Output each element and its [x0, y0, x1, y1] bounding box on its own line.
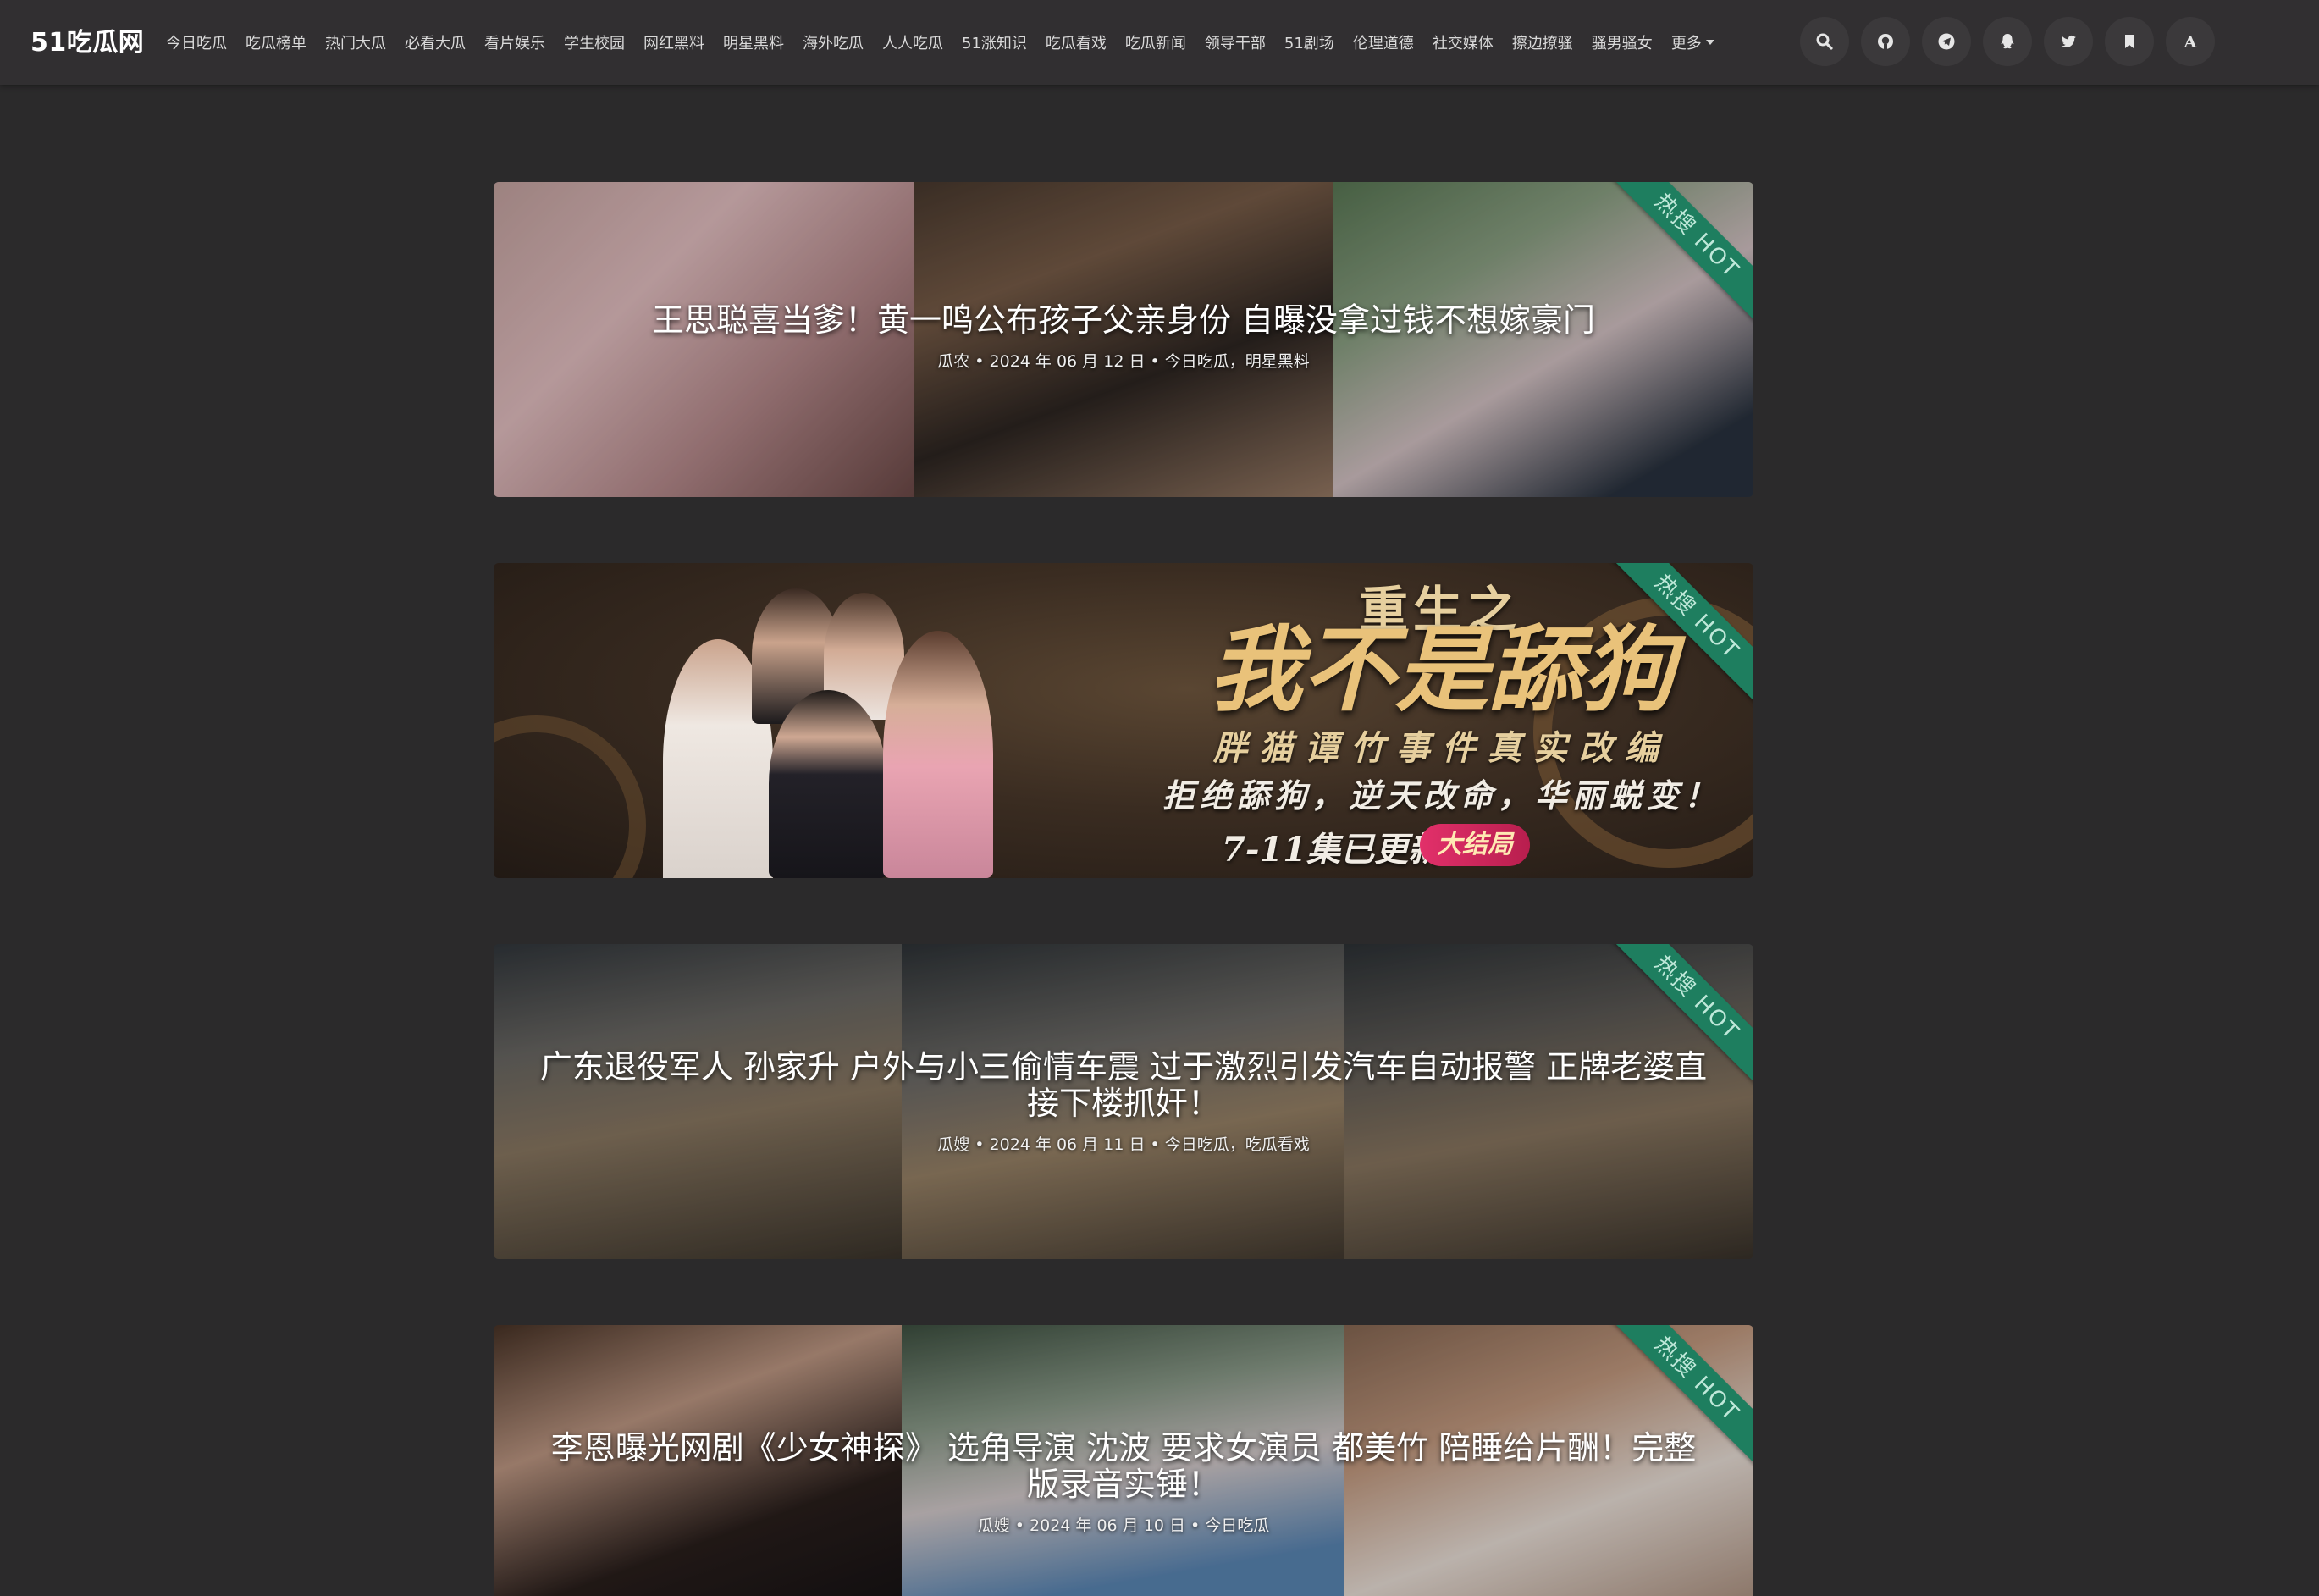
- post-meta: 瓜嫂 • 2024 年 06 月 11 日 • 今日吃瓜，吃瓜看戏: [937, 1135, 1310, 1154]
- nav-more-label: 更多: [1670, 35, 1702, 52]
- search-icon: [1816, 33, 1833, 50]
- post-meta: 瓜农 • 2024 年 06 月 12 日 • 今日吃瓜，明星黑料: [937, 352, 1310, 371]
- github-icon: [1878, 34, 1893, 49]
- qq-button[interactable]: [1983, 17, 2032, 66]
- nav-item-campus[interactable]: 学生校园: [564, 31, 625, 53]
- post-card[interactable]: 王思聪喜当爹！黄一鸣公布孩子父亲身份 自曝没拿过钱不想嫁豪门 瓜农 • 2024…: [494, 182, 1753, 497]
- ad-episodes: 7-11集已更新: [1222, 830, 1443, 870]
- nav-icon-group: A: [1800, 17, 2227, 66]
- ad-banner[interactable]: 重生之 我不是舔狗 胖猫谭竹事件真实改编 拒绝舔狗，逆天改命，华丽蜕变！ 7-1…: [494, 563, 1753, 878]
- nav-item-must-see[interactable]: 必看大瓜: [405, 31, 466, 53]
- post-title[interactable]: 王思聪喜当爹！黄一鸣公布孩子父亲身份 自曝没拿过钱不想嫁豪门: [536, 302, 1711, 339]
- ad-finale-badge: 大结局: [1420, 824, 1530, 866]
- nav-item-entertainment[interactable]: 看片娱乐: [484, 31, 545, 53]
- nav-item-theater[interactable]: 51剧场: [1284, 31, 1334, 53]
- nav-item-news[interactable]: 吃瓜新闻: [1125, 31, 1186, 53]
- nav-item-edge[interactable]: 擦边撩骚: [1512, 31, 1573, 53]
- bookmark-icon: [2125, 35, 2134, 48]
- nav-item-ranking[interactable]: 吃瓜榜单: [246, 31, 306, 53]
- post-card[interactable]: 广东退役军人 孙家升 户外与小三偷情车震 过于激烈引发汽车自动报警 正牌老婆直接…: [494, 944, 1753, 1259]
- github-button[interactable]: [1861, 17, 1910, 66]
- telegram-button[interactable]: [1922, 17, 1971, 66]
- caret-down-icon: [1705, 40, 1714, 45]
- nav-item-hot[interactable]: 热门大瓜: [325, 31, 386, 53]
- nav-item-flirty[interactable]: 骚男骚女: [1592, 31, 1653, 53]
- ad-figure: [883, 631, 993, 878]
- post-card[interactable]: 李恩曝光网剧《少女神探》 选角导演 沈波 要求女演员 都美竹 陪睡给片酬！完整版…: [494, 1325, 1753, 1596]
- search-button[interactable]: [1800, 17, 1849, 66]
- font-icon: A: [2184, 33, 2197, 52]
- font-size-button[interactable]: A: [2166, 17, 2215, 66]
- qq-icon: [2001, 34, 2014, 49]
- nav-item-celebrity[interactable]: 明星黑料: [723, 31, 784, 53]
- nav-item-overseas[interactable]: 海外吃瓜: [803, 31, 864, 53]
- ad-title: 我不是舔狗: [1209, 615, 1675, 724]
- site-logo[interactable]: 51吃瓜网: [30, 21, 144, 58]
- post-meta: 瓜嫂 • 2024 年 06 月 10 日 • 今日吃瓜: [977, 1516, 1270, 1535]
- nav-item-knowledge[interactable]: 51涨知识: [962, 31, 1027, 53]
- nav-item-watch[interactable]: 吃瓜看戏: [1046, 31, 1107, 53]
- twitter-icon: [2061, 35, 2076, 47]
- post-title[interactable]: 李恩曝光网剧《少女神探》 选角导演 沈波 要求女演员 都美竹 陪睡给片酬！完整版…: [536, 1430, 1711, 1503]
- nav-item-influencer[interactable]: 网红黑料: [643, 31, 704, 53]
- top-navbar: 51吃瓜网 今日吃瓜 吃瓜榜单 热门大瓜 必看大瓜 看片娱乐 学生校园 网红黑料…: [0, 0, 2319, 85]
- nav-item-everyone[interactable]: 人人吃瓜: [882, 31, 943, 53]
- nav-item-ethics[interactable]: 伦理道德: [1353, 31, 1414, 53]
- nav-item-officials[interactable]: 领导干部: [1205, 31, 1266, 53]
- ad-slogan: 拒绝舔狗，逆天改命，华丽蜕变！: [1162, 776, 1721, 815]
- main-nav: 今日吃瓜 吃瓜榜单 热门大瓜 必看大瓜 看片娱乐 学生校园 网红黑料 明星黑料 …: [166, 0, 1714, 85]
- telegram-icon: [1938, 33, 1955, 50]
- twitter-button[interactable]: [2044, 17, 2093, 66]
- ad-tagline: 胖猫谭竹事件真实改编: [1213, 728, 1670, 768]
- ad-figure: [769, 690, 887, 878]
- nav-item-today[interactable]: 今日吃瓜: [166, 31, 227, 53]
- nav-more-dropdown[interactable]: 更多: [1671, 31, 1714, 53]
- svg-text:A: A: [2184, 33, 2197, 52]
- bookmark-button[interactable]: [2105, 17, 2154, 66]
- post-title[interactable]: 广东退役军人 孙家升 户外与小三偷情车震 过于激烈引发汽车自动报警 正牌老婆直接…: [536, 1049, 1711, 1122]
- nav-item-social[interactable]: 社交媒体: [1433, 31, 1494, 53]
